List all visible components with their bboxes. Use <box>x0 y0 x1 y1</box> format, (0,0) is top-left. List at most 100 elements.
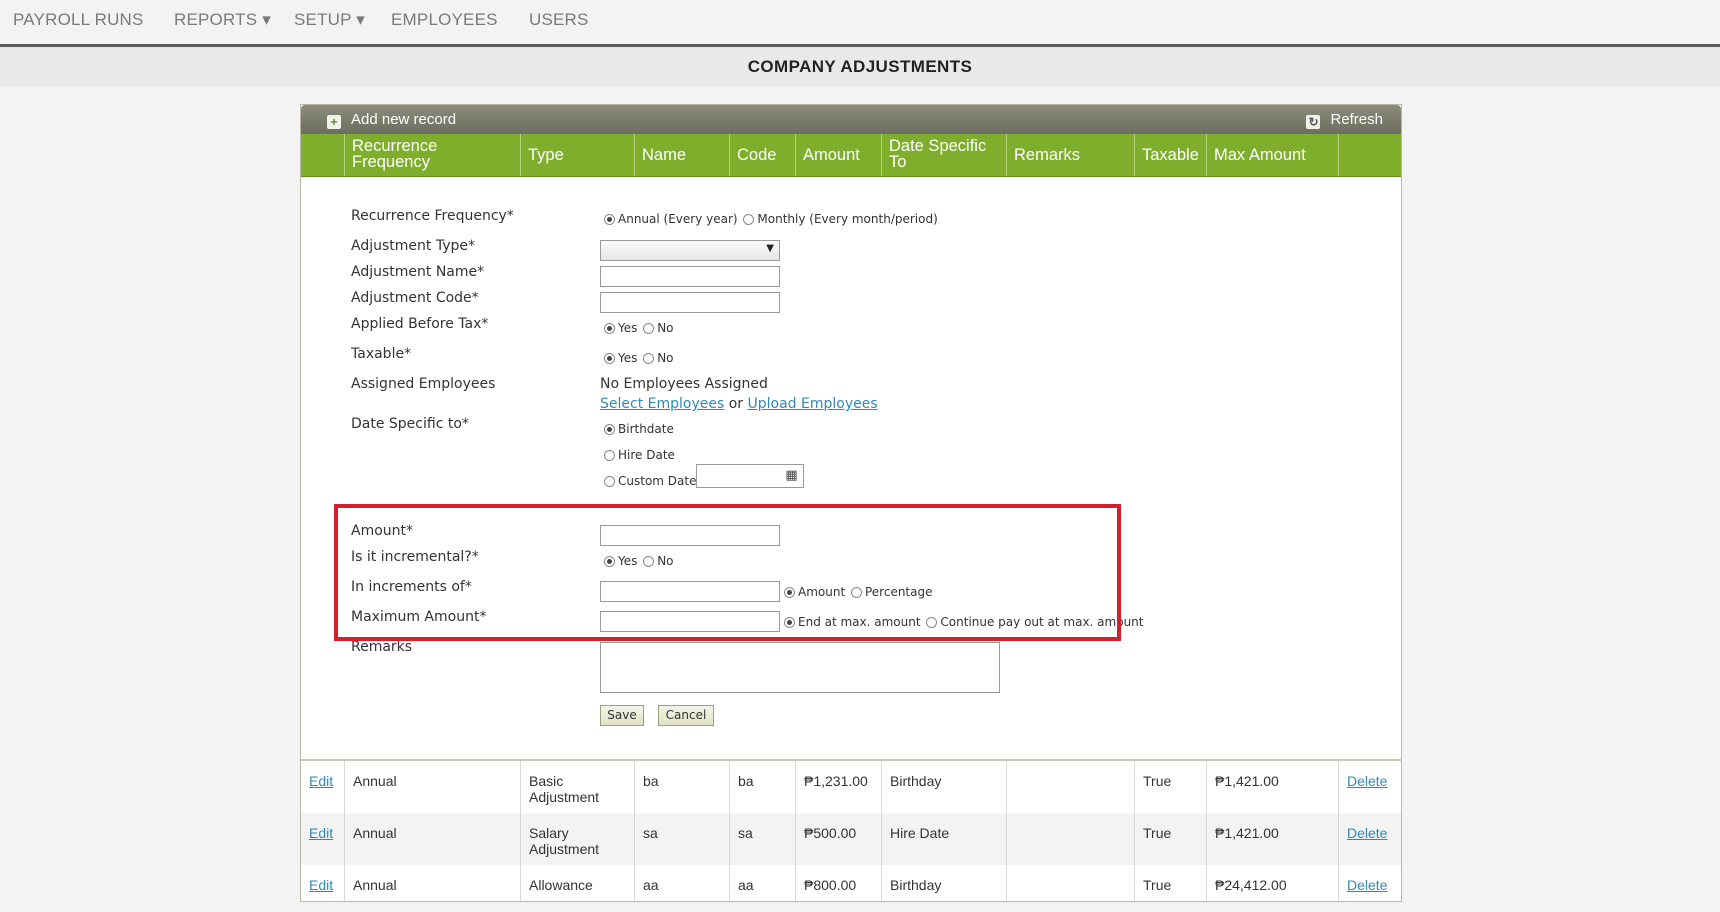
delete-link[interactable]: Delete <box>1347 825 1387 841</box>
row-date-specific: Birthday <box>882 761 1007 813</box>
row-type-line1: Salary <box>529 825 569 841</box>
row-date-specific: Birthday <box>882 865 1007 901</box>
highlight-box <box>334 504 1121 641</box>
header-amount-label: Amount <box>803 146 860 164</box>
adjustment-form: Recurrence Frequency* Annual (Every year… <box>301 176 1401 754</box>
header-code-label: Code <box>737 146 777 164</box>
delete-link[interactable]: Delete <box>1347 773 1387 789</box>
or-text: or <box>728 396 744 412</box>
adjustment-code-input[interactable] <box>600 292 780 313</box>
recurrence-options: Annual (Every year) Monthly (Every month… <box>604 212 938 226</box>
header-amount[interactable]: Amount <box>796 134 882 176</box>
taxable-no-label: No <box>657 351 674 365</box>
edit-link[interactable]: Edit <box>309 825 333 841</box>
header-name[interactable]: Name <box>635 134 730 176</box>
hire-date-label: Hire Date <box>618 448 675 462</box>
delete-link[interactable]: Delete <box>1347 877 1387 893</box>
row-frequency: Annual <box>345 813 521 865</box>
date-hire-option: Hire Date <box>604 448 675 462</box>
header-max-amount-label: Max Amount <box>1214 146 1306 164</box>
adjustment-code-label: Adjustment Code* <box>351 290 479 306</box>
add-new-record-label: Add new record <box>351 111 457 128</box>
date-custom-option: Custom Date <box>604 474 696 488</box>
date-birthdate-option: Birthdate <box>604 422 674 436</box>
before-tax-no-radio[interactable] <box>643 323 655 334</box>
refresh-button[interactable]: ↻ Refresh <box>1306 111 1383 129</box>
header-date-specific[interactable]: Date Specific To <box>882 134 1007 176</box>
nav-reports[interactable]: REPORTS ▾ <box>174 10 271 30</box>
row-amount: ₱800.00 <box>796 865 882 901</box>
chevron-down-icon: ▼ <box>766 243 774 254</box>
adjustment-name-label: Adjustment Name* <box>351 264 485 280</box>
row-code: aa <box>730 865 796 901</box>
recurrence-label: Recurrence Frequency* <box>351 208 514 224</box>
upload-employees-link[interactable]: Upload Employees <box>748 396 878 412</box>
custom-date-label: Custom Date <box>618 474 697 488</box>
header-taxable[interactable]: Taxable <box>1135 134 1207 176</box>
row-max-amount: ₱24,412.00 <box>1207 865 1339 901</box>
row-remarks <box>1007 865 1135 901</box>
header-recurrence-label: Recurrence Frequency <box>352 137 438 171</box>
recurrence-monthly-radio[interactable] <box>743 214 755 225</box>
header-max-amount[interactable]: Max Amount <box>1207 134 1339 176</box>
header-delete-col <box>1339 134 1401 176</box>
row-max-amount: ₱1,421.00 <box>1207 813 1339 865</box>
page-title: COMPANY ADJUSTMENTS <box>747 57 973 76</box>
row-type-line2: Adjustment <box>529 841 600 857</box>
row-type-line2: Adjustment <box>529 789 600 805</box>
grid-toolbar: + Add new record ↻ Refresh <box>301 105 1401 134</box>
before-tax-no-label: No <box>657 321 674 335</box>
nav-payroll-runs[interactable]: PAYROLL RUNS <box>13 10 144 30</box>
header-name-label: Name <box>642 146 687 164</box>
header-edit-col <box>301 134 345 176</box>
table-row: Edit Annual Basic Adjustment ba ba ₱1,231… <box>301 761 1401 813</box>
table-row: Edit Annual Salary Adjustment sa sa ₱500.… <box>301 813 1401 865</box>
taxable-no-radio[interactable] <box>643 353 655 364</box>
custom-date-input[interactable]: ▦ <box>696 464 804 488</box>
header-type[interactable]: Type <box>521 134 635 176</box>
header-code[interactable]: Code <box>730 134 796 176</box>
header-remarks[interactable]: Remarks <box>1007 134 1135 176</box>
recurrence-annual-label: Annual (Every year) <box>618 212 738 226</box>
assign-links: Select Employees or Upload Employees <box>600 396 878 412</box>
birthdate-radio[interactable] <box>604 424 615 435</box>
page-title-bar: COMPANY ADJUSTMENTS <box>0 47 1720 87</box>
custom-date-radio[interactable] <box>604 476 615 487</box>
header-recurrence[interactable]: Recurrence Frequency <box>345 134 521 176</box>
plus-icon: + <box>327 115 341 129</box>
row-type: Basic Adjustment <box>521 761 635 813</box>
nav-employees[interactable]: EMPLOYEES <box>391 10 498 30</box>
nav-setup[interactable]: SETUP ▾ <box>294 10 365 30</box>
save-button[interactable]: Save <box>600 705 644 726</box>
add-new-record-button[interactable]: + Add new record <box>327 111 456 129</box>
row-type: Allowance <box>521 865 635 901</box>
before-tax-options: Yes No <box>604 321 674 335</box>
edit-link[interactable]: Edit <box>309 877 333 893</box>
row-date-specific: Hire Date <box>882 813 1007 865</box>
header-date-specific-label: Date Specific To <box>889 137 987 171</box>
nav-users[interactable]: USERS <box>529 10 589 30</box>
recurrence-monthly-label: Monthly (Every month/period) <box>757 212 938 226</box>
adjustment-type-select[interactable]: ▼ <box>600 240 780 261</box>
hire-date-radio[interactable] <box>604 450 615 461</box>
remarks-textarea[interactable] <box>600 642 1000 693</box>
row-taxable: True <box>1135 813 1207 865</box>
recurrence-annual-radio[interactable] <box>604 214 615 225</box>
taxable-label: Taxable* <box>351 346 412 362</box>
adjustment-name-input[interactable] <box>600 266 780 287</box>
taxable-yes-label: Yes <box>618 351 638 365</box>
assigned-employees-label: Assigned Employees <box>351 376 496 392</box>
table-row: Edit Annual Allowance aa aa ₱800.00 Birt… <box>301 865 1401 901</box>
cancel-button[interactable]: Cancel <box>658 705 714 726</box>
edit-link[interactable]: Edit <box>309 773 333 789</box>
row-frequency: Annual <box>345 761 521 813</box>
taxable-yes-radio[interactable] <box>604 353 615 364</box>
select-employees-link[interactable]: Select Employees <box>600 396 724 412</box>
refresh-icon: ↻ <box>1306 115 1321 129</box>
before-tax-yes-label: Yes <box>618 321 638 335</box>
calendar-icon[interactable]: ▦ <box>782 467 801 484</box>
row-max-amount: ₱1,421.00 <box>1207 761 1339 813</box>
before-tax-yes-radio[interactable] <box>604 323 615 334</box>
row-remarks <box>1007 813 1135 865</box>
top-nav: PAYROLL RUNS REPORTS ▾ SETUP ▾ EMPLOYEES… <box>0 0 1720 47</box>
